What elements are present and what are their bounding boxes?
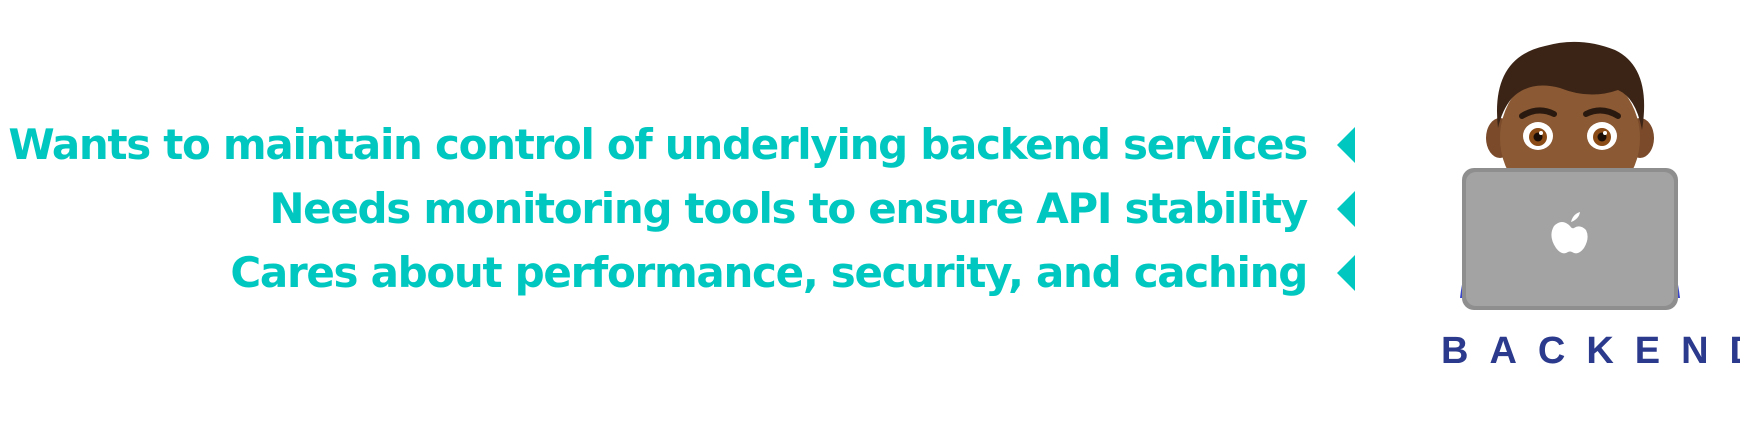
need-text: Cares about performance, security, and c… <box>230 248 1308 297</box>
needs-list: Wants to maintain control of underlying … <box>8 113 1355 305</box>
persona-card: BACKEND <box>1420 20 1740 400</box>
need-text: Wants to maintain control of underlying … <box>8 120 1308 169</box>
man-technologist-icon <box>1460 41 1680 310</box>
triangle-left-icon <box>1337 191 1355 227</box>
persona-slide: Wants to maintain control of underlying … <box>0 0 1740 422</box>
list-item: Cares about performance, security, and c… <box>230 241 1355 305</box>
list-item: Wants to maintain control of underlying … <box>8 113 1355 177</box>
triangle-left-icon <box>1337 127 1355 163</box>
need-text: Needs monitoring tools to ensure API sta… <box>269 184 1308 233</box>
persona-label: BACKEND <box>1441 330 1740 372</box>
list-item: Needs monitoring tools to ensure API sta… <box>269 177 1355 241</box>
triangle-left-icon <box>1337 255 1355 291</box>
